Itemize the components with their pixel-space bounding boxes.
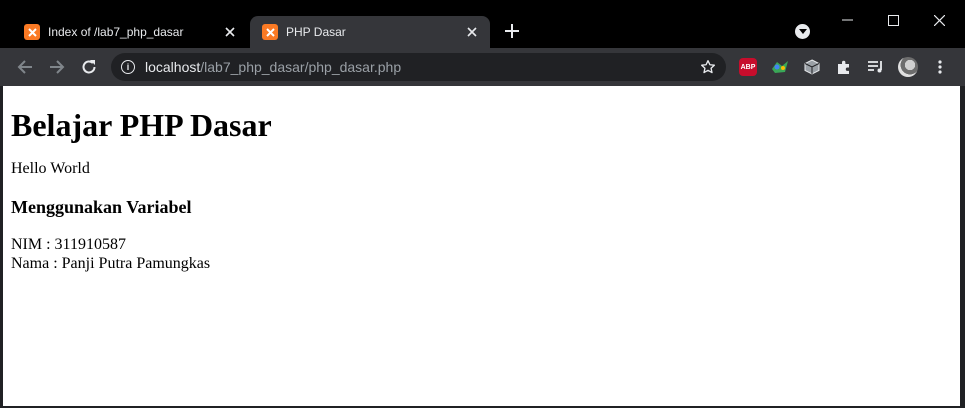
info-icon[interactable]: i: [121, 60, 135, 74]
new-tab-button[interactable]: [502, 22, 522, 42]
menu-kebab-icon[interactable]: [930, 57, 950, 77]
close-icon[interactable]: [464, 24, 480, 40]
reload-icon: [82, 60, 96, 74]
abp-icon[interactable]: ABP: [738, 57, 758, 77]
back-button[interactable]: [14, 56, 36, 78]
address-bar[interactable]: i localhost/lab7_php_dasar/php_dasar.php: [111, 53, 726, 81]
browser-window: Index of /lab7_php_dasar PHP Dasar i loc…: [0, 0, 965, 408]
tab-title: Index of /lab7_php_dasar: [48, 25, 184, 39]
url-path: /lab7_php_dasar/php_dasar.php: [200, 59, 402, 75]
nama-line: Nama : Panji Putra Pamungkas: [11, 255, 211, 272]
abp-label: ABP: [739, 58, 757, 76]
close-icon[interactable]: [222, 24, 238, 40]
arrow-left-icon: [17, 60, 32, 74]
bookmark-star-icon[interactable]: [700, 59, 716, 75]
media-queue-icon[interactable]: [866, 57, 886, 77]
puzzle-icon[interactable]: [834, 57, 854, 77]
tab-search-button[interactable]: [795, 24, 810, 39]
colorful-extension-icon[interactable]: [770, 57, 790, 77]
arrow-right-icon: [50, 60, 65, 74]
minimize-button[interactable]: [836, 10, 858, 30]
xampp-icon: [262, 24, 278, 40]
url-text[interactable]: localhost/lab7_php_dasar/php_dasar.php: [145, 59, 401, 75]
reload-button[interactable]: [78, 56, 100, 78]
maximize-button[interactable]: [882, 10, 904, 30]
xampp-icon: [24, 24, 40, 40]
tab-title: PHP Dasar: [286, 25, 346, 39]
avatar: [898, 57, 918, 77]
nim-line: NIM : 311910587: [11, 236, 126, 253]
forward-button[interactable]: [46, 56, 68, 78]
chevron-down-icon: [798, 28, 807, 34]
url-host: localhost: [145, 59, 201, 75]
greeting-text: Hello World: [11, 160, 90, 177]
tab-php-dasar[interactable]: PHP Dasar: [250, 16, 490, 48]
cube-icon[interactable]: [802, 57, 822, 77]
tab-index-of[interactable]: Index of /lab7_php_dasar: [12, 16, 248, 48]
page-content: Belajar PHP Dasar Hello World Menggunaka…: [3, 86, 960, 406]
tab-strip: Index of /lab7_php_dasar PHP Dasar: [0, 0, 965, 48]
browser-toolbar: i localhost/lab7_php_dasar/php_dasar.php…: [0, 48, 965, 86]
window-close-button[interactable]: [928, 10, 950, 30]
page-title: Belajar PHP Dasar: [11, 107, 272, 143]
section-heading: Menggunakan Variabel: [11, 197, 192, 217]
profile-avatar[interactable]: [898, 57, 918, 77]
